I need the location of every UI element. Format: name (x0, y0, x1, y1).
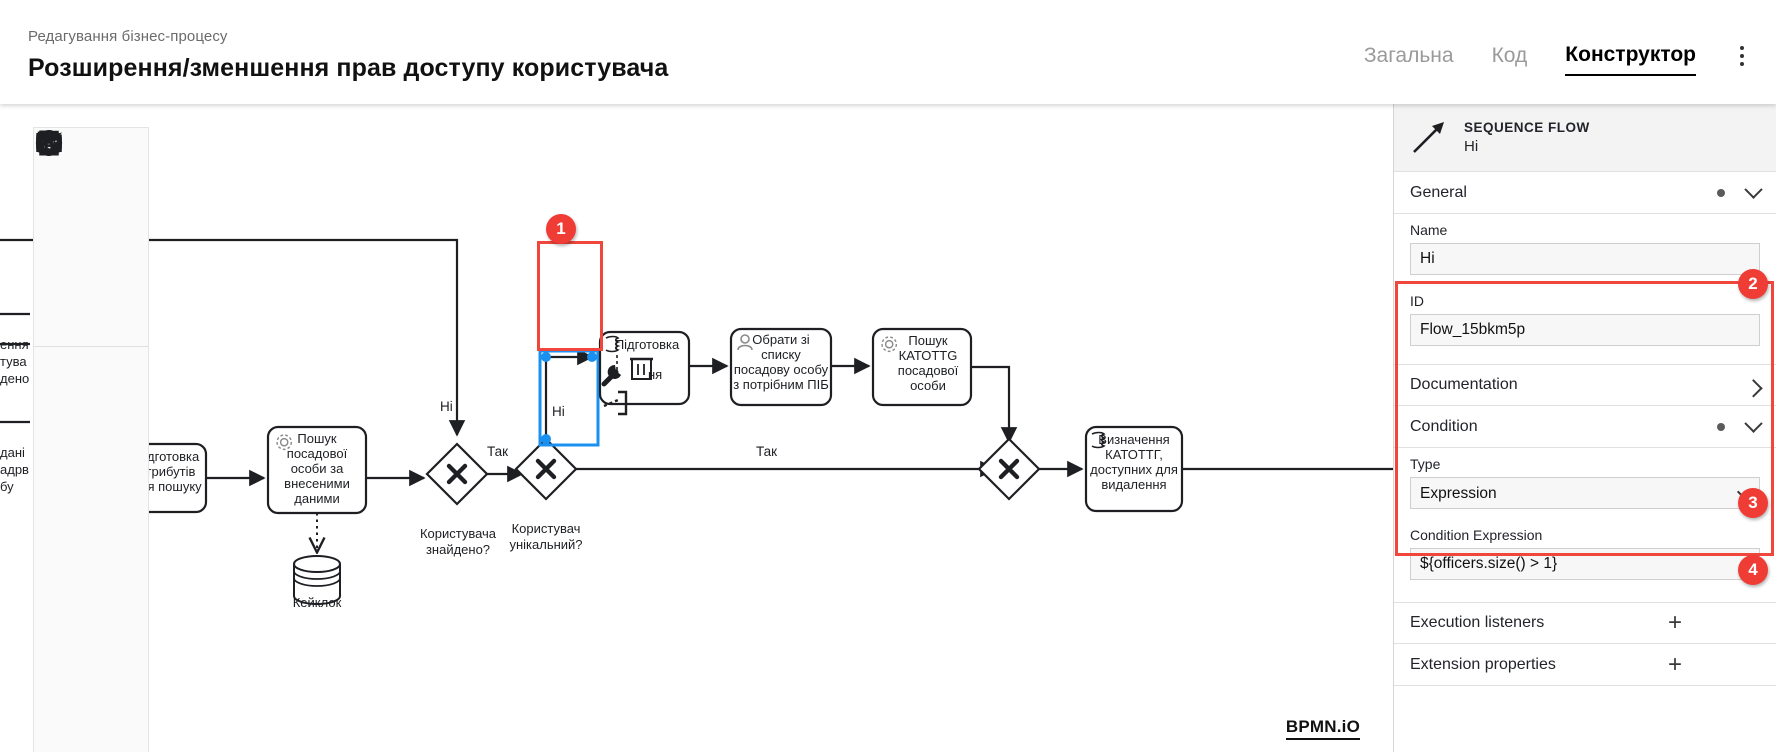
add-execution-listener-icon[interactable]: + (1668, 611, 1682, 635)
field-name: Name (1394, 214, 1776, 285)
condition-expression-input[interactable] (1410, 548, 1760, 580)
page-title: Розширення/зменшення прав доступу корист… (28, 54, 669, 82)
bpmn-palette[interactable] (33, 127, 149, 752)
trash-icon (630, 357, 653, 380)
label-name: Name (1410, 222, 1448, 238)
tab-zagalna[interactable]: Загальна (1364, 43, 1454, 75)
chevron-down-icon-general[interactable] (1744, 180, 1763, 199)
chevron-down-icon-condition[interactable] (1744, 414, 1763, 433)
data-store-icon[interactable] (34, 131, 92, 752)
header-title-block: Редагування бізнес-процесу Розширення/зм… (0, 0, 668, 85)
sequence-flow-arrow-icon (1410, 116, 1450, 160)
group-title-condition: Condition (1410, 417, 1478, 435)
group-title-general: General (1410, 183, 1467, 201)
field-condition-expression: Condition Expression (1394, 519, 1776, 590)
bpmn-diagram (0, 238, 1393, 605)
app-header: Редагування бізнес-процесу Розширення/зм… (0, 0, 1776, 104)
group-header-documentation[interactable]: Documentation (1394, 364, 1776, 406)
gateway-user-found (425, 442, 489, 506)
task-choose-person (729, 327, 833, 407)
annotation-badge-4: 4 (1738, 555, 1768, 585)
id-input[interactable] (1410, 314, 1760, 346)
space-tool-icon[interactable] (34, 131, 92, 290)
bpmn-editor-app: Редагування бізнес-процесу Розширення/зм… (0, 0, 1776, 752)
intermediate-event-icon[interactable] (34, 130, 92, 455)
group-dot-condition (1717, 422, 1725, 431)
label-execution-listeners: Execution listeners (1410, 614, 1545, 631)
row-extension-properties[interactable]: Extension properties + (1394, 644, 1776, 686)
data-object-icon[interactable] (34, 130, 92, 715)
data-store-keycloak (293, 555, 341, 605)
field-id: ID (1394, 285, 1776, 356)
selection-outline (538, 349, 600, 447)
global-connect-tool-icon[interactable] (34, 132, 92, 342)
start-event-icon[interactable] (34, 130, 92, 403)
gateway-user-unique (514, 437, 578, 501)
group-header-condition[interactable]: Condition (1394, 406, 1776, 448)
label-condition-expression: Condition Expression (1410, 527, 1543, 543)
pool-lines-clipped (0, 238, 30, 424)
group-title-documentation: Documentation (1410, 376, 1518, 393)
properties-panel[interactable]: SEQUENCE FLOW Hi General Name ID Documen… (1393, 104, 1776, 752)
gateway-icon[interactable] (34, 129, 92, 559)
annotation-badge-2: 2 (1738, 269, 1768, 299)
palette-divider (34, 346, 148, 347)
header-tabs: Загальна Код Конструктор (1364, 0, 1776, 76)
task-icon[interactable] (34, 133, 92, 611)
lasso-tool-icon[interactable] (34, 130, 92, 238)
element-name-label: Hi (1464, 137, 1479, 155)
row-execution-listeners[interactable]: Execution listeners + (1394, 602, 1776, 644)
annotation-badge-3: 3 (1738, 488, 1768, 518)
field-condition-type: Type Expression Script None (1394, 448, 1776, 519)
tab-kod[interactable]: Код (1492, 43, 1528, 75)
breadcrumb: Редагування бізнес-процесу (28, 28, 228, 45)
bpmn-canvas[interactable]: Підготовка атрибутів для пошуку Пошук по… (0, 104, 1393, 752)
bpmnio-watermark[interactable]: BPMN.iO (1285, 717, 1360, 740)
element-type-label: SEQUENCE FLOW (1464, 119, 1590, 135)
label-id: ID (1410, 293, 1424, 309)
label-extension-properties: Extension properties (1410, 655, 1556, 673)
group-header-general[interactable]: General (1394, 172, 1776, 214)
condition-type-select[interactable]: Expression Script None (1410, 477, 1760, 509)
task-search-person (266, 425, 368, 515)
end-event-icon[interactable] (34, 130, 92, 507)
chevron-right-icon-documentation[interactable] (1744, 378, 1763, 398)
properties-header: SEQUENCE FLOW Hi (1394, 104, 1776, 172)
annotation-badge-1: 1 (546, 214, 576, 244)
name-input[interactable] (1410, 243, 1760, 275)
tab-konstruktor[interactable]: Конструктор (1565, 42, 1696, 76)
label-condition-type: Type (1410, 456, 1441, 472)
task-define-katottg (1084, 425, 1184, 513)
kebab-menu-icon[interactable] (1734, 42, 1750, 76)
task-search-katottg (871, 327, 973, 407)
group-dot-general (1717, 188, 1725, 197)
gateway-merge (977, 437, 1041, 501)
add-extension-property-icon[interactable]: + (1668, 652, 1682, 677)
subprocess-collapsed-icon[interactable] (34, 133, 92, 663)
selected-sequence-flow (541, 348, 597, 444)
